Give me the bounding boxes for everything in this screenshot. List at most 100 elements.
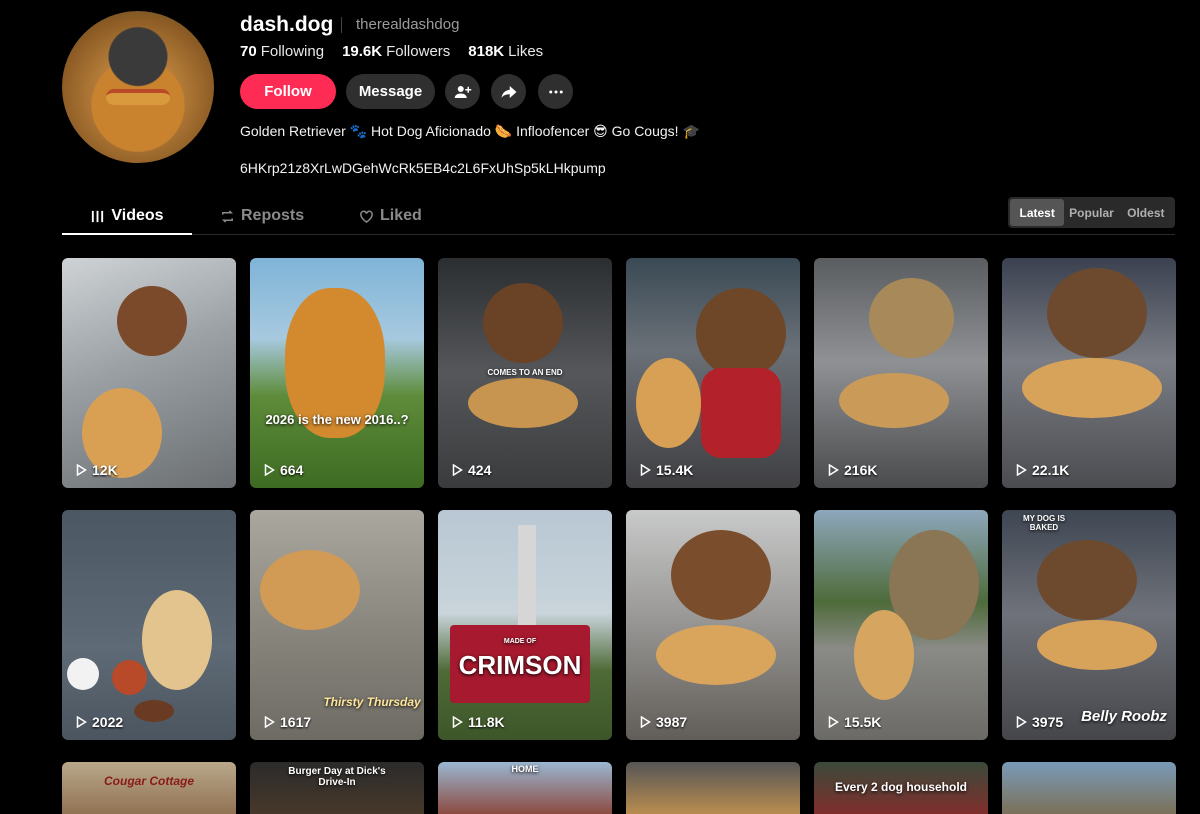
hotdog-graphic <box>106 89 170 105</box>
video-caption: HOME <box>511 764 539 774</box>
video-card[interactable]: 216K <box>814 258 988 488</box>
add-user-icon <box>454 85 471 98</box>
message-button[interactable]: Message <box>346 74 435 109</box>
video-card[interactable]: 3987 <box>626 510 800 740</box>
video-grid-row-partial: Cougar Cottage Burger Day at Dick's Driv… <box>62 762 1176 814</box>
dog-graphic <box>636 358 701 448</box>
profile-bio: Golden Retriever 🐾 Hot Dog Aficionado 🌭 … <box>240 123 700 139</box>
play-icon <box>452 716 463 728</box>
mascot-graphic <box>671 530 771 620</box>
dog-graphic <box>142 590 212 690</box>
video-card[interactable]: 22.1K <box>1002 258 1176 488</box>
mascot-graphic <box>869 278 954 358</box>
view-count: 12K <box>76 462 118 478</box>
video-card[interactable]: MY DOG IS BAKED Belly Roobz 3975 <box>1002 510 1176 740</box>
video-card[interactable]: Burger Day at Dick's Drive-In <box>250 762 424 814</box>
profile-avatar[interactable] <box>62 11 214 163</box>
play-icon <box>640 716 651 728</box>
play-icon <box>1016 716 1027 728</box>
mascot-graphic <box>117 286 187 356</box>
dog-graphic <box>1022 358 1162 418</box>
play-icon <box>452 464 463 476</box>
handle-divider <box>341 17 342 33</box>
santa-outfit-graphic <box>701 368 781 458</box>
grid-icon <box>92 210 104 222</box>
play-icon <box>828 716 839 728</box>
video-card[interactable]: Every 2 dog household <box>814 762 988 814</box>
ball-graphic <box>112 660 147 695</box>
play-icon <box>264 464 275 476</box>
view-count: 15.5K <box>828 714 881 730</box>
play-icon <box>76 464 87 476</box>
view-count: 1617 <box>264 714 311 730</box>
dog-graphic <box>839 373 949 428</box>
follow-button[interactable]: Follow <box>240 74 336 109</box>
repost-icon <box>221 209 234 223</box>
view-count: 664 <box>264 462 303 478</box>
view-count: 2022 <box>76 714 123 730</box>
dog-graphic <box>260 550 360 630</box>
view-count: 3987 <box>640 714 687 730</box>
video-card[interactable]: 15.4K <box>626 258 800 488</box>
share-button[interactable] <box>491 74 526 109</box>
video-card[interactable]: Thirsty Thursday 1617 <box>250 510 424 740</box>
video-caption: CRIMSON <box>458 650 582 680</box>
video-card[interactable]: MADE OF CRIMSON 11.8K <box>438 510 612 740</box>
video-caption: Belly Roobz <box>1081 708 1167 725</box>
heart-icon <box>360 210 373 223</box>
view-count: 22.1K <box>1016 462 1069 478</box>
mascot-graphic <box>483 283 563 363</box>
view-count: 424 <box>452 462 491 478</box>
share-icon <box>501 85 516 98</box>
video-top-caption: MY DOG IS BAKED <box>1022 514 1066 532</box>
video-card[interactable]: 15.5K <box>814 510 988 740</box>
video-caption: Thirsty Thursday <box>323 695 421 709</box>
space-needle-graphic <box>518 525 536 635</box>
play-icon <box>828 464 839 476</box>
sort-toggle: Latest Popular Oldest <box>1008 197 1175 228</box>
video-caption: Every 2 dog household <box>834 780 968 794</box>
play-icon <box>264 716 275 728</box>
play-icon <box>1016 464 1027 476</box>
dog-graphic <box>656 625 776 685</box>
play-icon <box>76 716 87 728</box>
play-icon <box>640 464 651 476</box>
video-caption: 2026 is the new 2016..? <box>265 412 409 427</box>
profile-username: dash.dog <box>240 13 334 36</box>
flag-subtext: MADE OF <box>503 638 537 645</box>
dog-graphic <box>468 378 578 428</box>
view-count: 3975 <box>1016 714 1063 730</box>
mascot-graphic <box>1047 268 1147 358</box>
dog-graphic <box>854 610 914 700</box>
profile-stats: 70 Following 19.6K Followers 818K Likes <box>240 43 543 60</box>
sort-popular[interactable]: Popular <box>1064 199 1118 226</box>
video-card[interactable]: 12K <box>62 258 236 488</box>
profile-link-text: 6HKrp21z8XrLwDGehWcRk5EB4c2L6FxUhSp5kLHk… <box>240 160 606 176</box>
video-card[interactable]: HOME <box>438 762 612 814</box>
sort-oldest[interactable]: Oldest <box>1119 199 1173 226</box>
stat-followers[interactable]: 19.6K Followers <box>342 43 450 60</box>
sort-latest[interactable]: Latest <box>1010 199 1065 226</box>
video-card[interactable]: Cougar Cottage <box>62 762 236 814</box>
video-grid: 12K 2026 is the new 2016..? 664 COMES TO… <box>62 258 1176 740</box>
tab-liked[interactable]: Liked <box>359 198 422 234</box>
video-caption: Cougar Cottage <box>104 774 194 788</box>
view-count: 15.4K <box>640 462 693 478</box>
more-options-button[interactable] <box>538 74 573 109</box>
tab-reposts[interactable]: Reposts <box>220 198 304 234</box>
profile-handle: therealdashdog <box>356 16 460 33</box>
video-caption: COMES TO AN END <box>487 368 563 377</box>
stat-likes: 818K Likes <box>468 43 544 60</box>
video-card[interactable]: 2026 is the new 2016..? 664 <box>250 258 424 488</box>
mascot-graphic <box>1037 540 1137 620</box>
football-graphic <box>134 700 174 722</box>
video-card[interactable] <box>1002 762 1176 814</box>
video-card[interactable]: COMES TO AN END 424 <box>438 258 612 488</box>
dog-graphic <box>1037 620 1157 670</box>
video-caption: Burger Day at Dick's Drive-In <box>288 766 386 788</box>
video-card[interactable] <box>626 762 800 814</box>
add-friend-button[interactable] <box>445 74 480 109</box>
tab-videos[interactable]: Videos <box>62 198 192 235</box>
stat-following[interactable]: 70 Following <box>240 43 324 60</box>
video-card[interactable]: 2022 <box>62 510 236 740</box>
